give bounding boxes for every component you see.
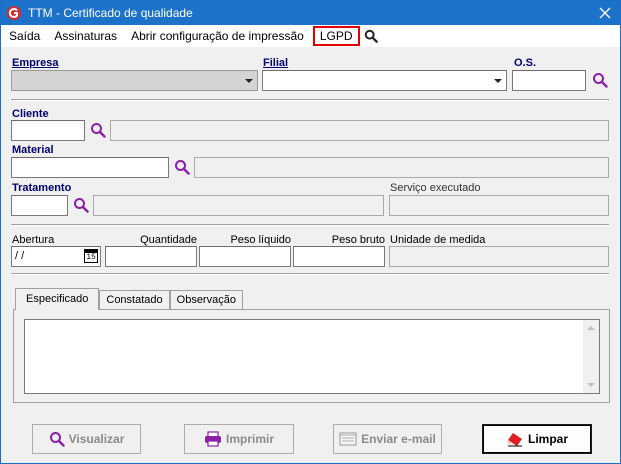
abertura-date-input[interactable]: / / 15: [11, 246, 101, 267]
separator: [11, 273, 609, 275]
peso-bruto-input[interactable]: [293, 246, 385, 267]
material-code-input[interactable]: [11, 157, 169, 178]
os-label: O.S.: [514, 57, 537, 69]
scroll-up-icon[interactable]: [587, 326, 595, 330]
servico-executado-field: [389, 195, 609, 216]
peso-liquido-input[interactable]: [199, 246, 291, 267]
imprimir-button[interactable]: Imprimir: [184, 424, 294, 454]
visualizar-label: Visualizar: [68, 432, 125, 446]
vertical-scrollbar[interactable]: [583, 320, 599, 393]
separator: [11, 224, 609, 226]
enviar-email-button[interactable]: Enviar e-mail: [333, 424, 442, 454]
quantidade-input[interactable]: [105, 246, 197, 267]
empresa-label: Empresa: [12, 57, 59, 69]
app-logo-icon: [7, 6, 21, 20]
chevron-down-icon[interactable]: [490, 71, 506, 90]
menu-lgpd[interactable]: LGPD: [312, 26, 360, 46]
material-search-icon[interactable]: [174, 159, 190, 175]
close-button[interactable]: [596, 4, 614, 22]
calendar-glyph: 15: [86, 253, 96, 262]
visualizar-button[interactable]: Visualizar: [32, 424, 141, 454]
email-icon: [339, 432, 357, 446]
empresa-select[interactable]: [11, 70, 258, 91]
os-input[interactable]: [512, 70, 586, 91]
scroll-down-icon[interactable]: [587, 383, 595, 387]
cliente-label: Cliente: [12, 108, 49, 120]
peso-bruto-label: Peso bruto: [331, 234, 385, 246]
tab-observacao[interactable]: Observação: [169, 290, 243, 310]
printer-icon: [204, 431, 221, 447]
especificado-textarea[interactable]: [24, 319, 600, 394]
filial-label: Filial: [263, 57, 289, 69]
search-icon[interactable]: [364, 29, 378, 43]
menu-assinaturas[interactable]: Assinaturas: [47, 26, 124, 46]
tratamento-description-field: [93, 195, 384, 216]
tab-especificado[interactable]: Especificado: [15, 288, 100, 310]
tratamento-search-icon[interactable]: [73, 197, 89, 213]
title-bar: TTM - Certificado de qualidade: [1, 1, 620, 25]
chevron-down-icon[interactable]: [241, 71, 257, 90]
unidade-medida-label: Unidade de medida: [390, 234, 486, 246]
filial-select[interactable]: [262, 70, 507, 91]
abertura-label: Abertura: [12, 234, 55, 246]
peso-liquido-label: Peso líquido: [230, 234, 291, 246]
separator: [11, 99, 609, 101]
os-search-icon[interactable]: [592, 72, 608, 88]
cliente-search-icon[interactable]: [90, 122, 106, 138]
imprimir-label: Imprimir: [225, 432, 274, 446]
close-icon: [599, 7, 611, 19]
material-label: Material: [12, 144, 54, 156]
tab-strip: Especificado Constatado Observação: [15, 288, 243, 310]
calendar-icon[interactable]: 15: [84, 249, 98, 263]
window-title: TTM - Certificado de qualidade: [28, 6, 193, 20]
limpar-button[interactable]: Limpar: [482, 424, 592, 454]
unidade-medida-field: [389, 246, 609, 267]
menu-saida[interactable]: Saída: [1, 26, 47, 46]
tratamento-code-input[interactable]: [11, 195, 68, 216]
eraser-icon: [506, 433, 522, 447]
servico-executado-label: Serviço executado: [390, 182, 481, 194]
search-icon: [49, 432, 65, 447]
menu-abrir-configuracao-impressao[interactable]: Abrir configuração de impressão: [124, 26, 311, 46]
app-window: TTM - Certificado de qualidade Saída Ass…: [0, 0, 621, 464]
menu-bar: Saída Assinaturas Abrir configuração de …: [1, 25, 620, 47]
limpar-label: Limpar: [527, 432, 568, 446]
tab-panel: [13, 309, 610, 403]
material-description-field: [194, 157, 609, 178]
cliente-name-field: [110, 120, 609, 141]
enviar-email-label: Enviar e-mail: [361, 432, 436, 446]
quantidade-label: Quantidade: [140, 234, 197, 246]
abertura-date-value: / /: [15, 250, 25, 262]
tratamento-label: Tratamento: [12, 182, 72, 194]
tab-constatado[interactable]: Constatado: [99, 290, 170, 310]
cliente-code-input[interactable]: [11, 120, 85, 141]
